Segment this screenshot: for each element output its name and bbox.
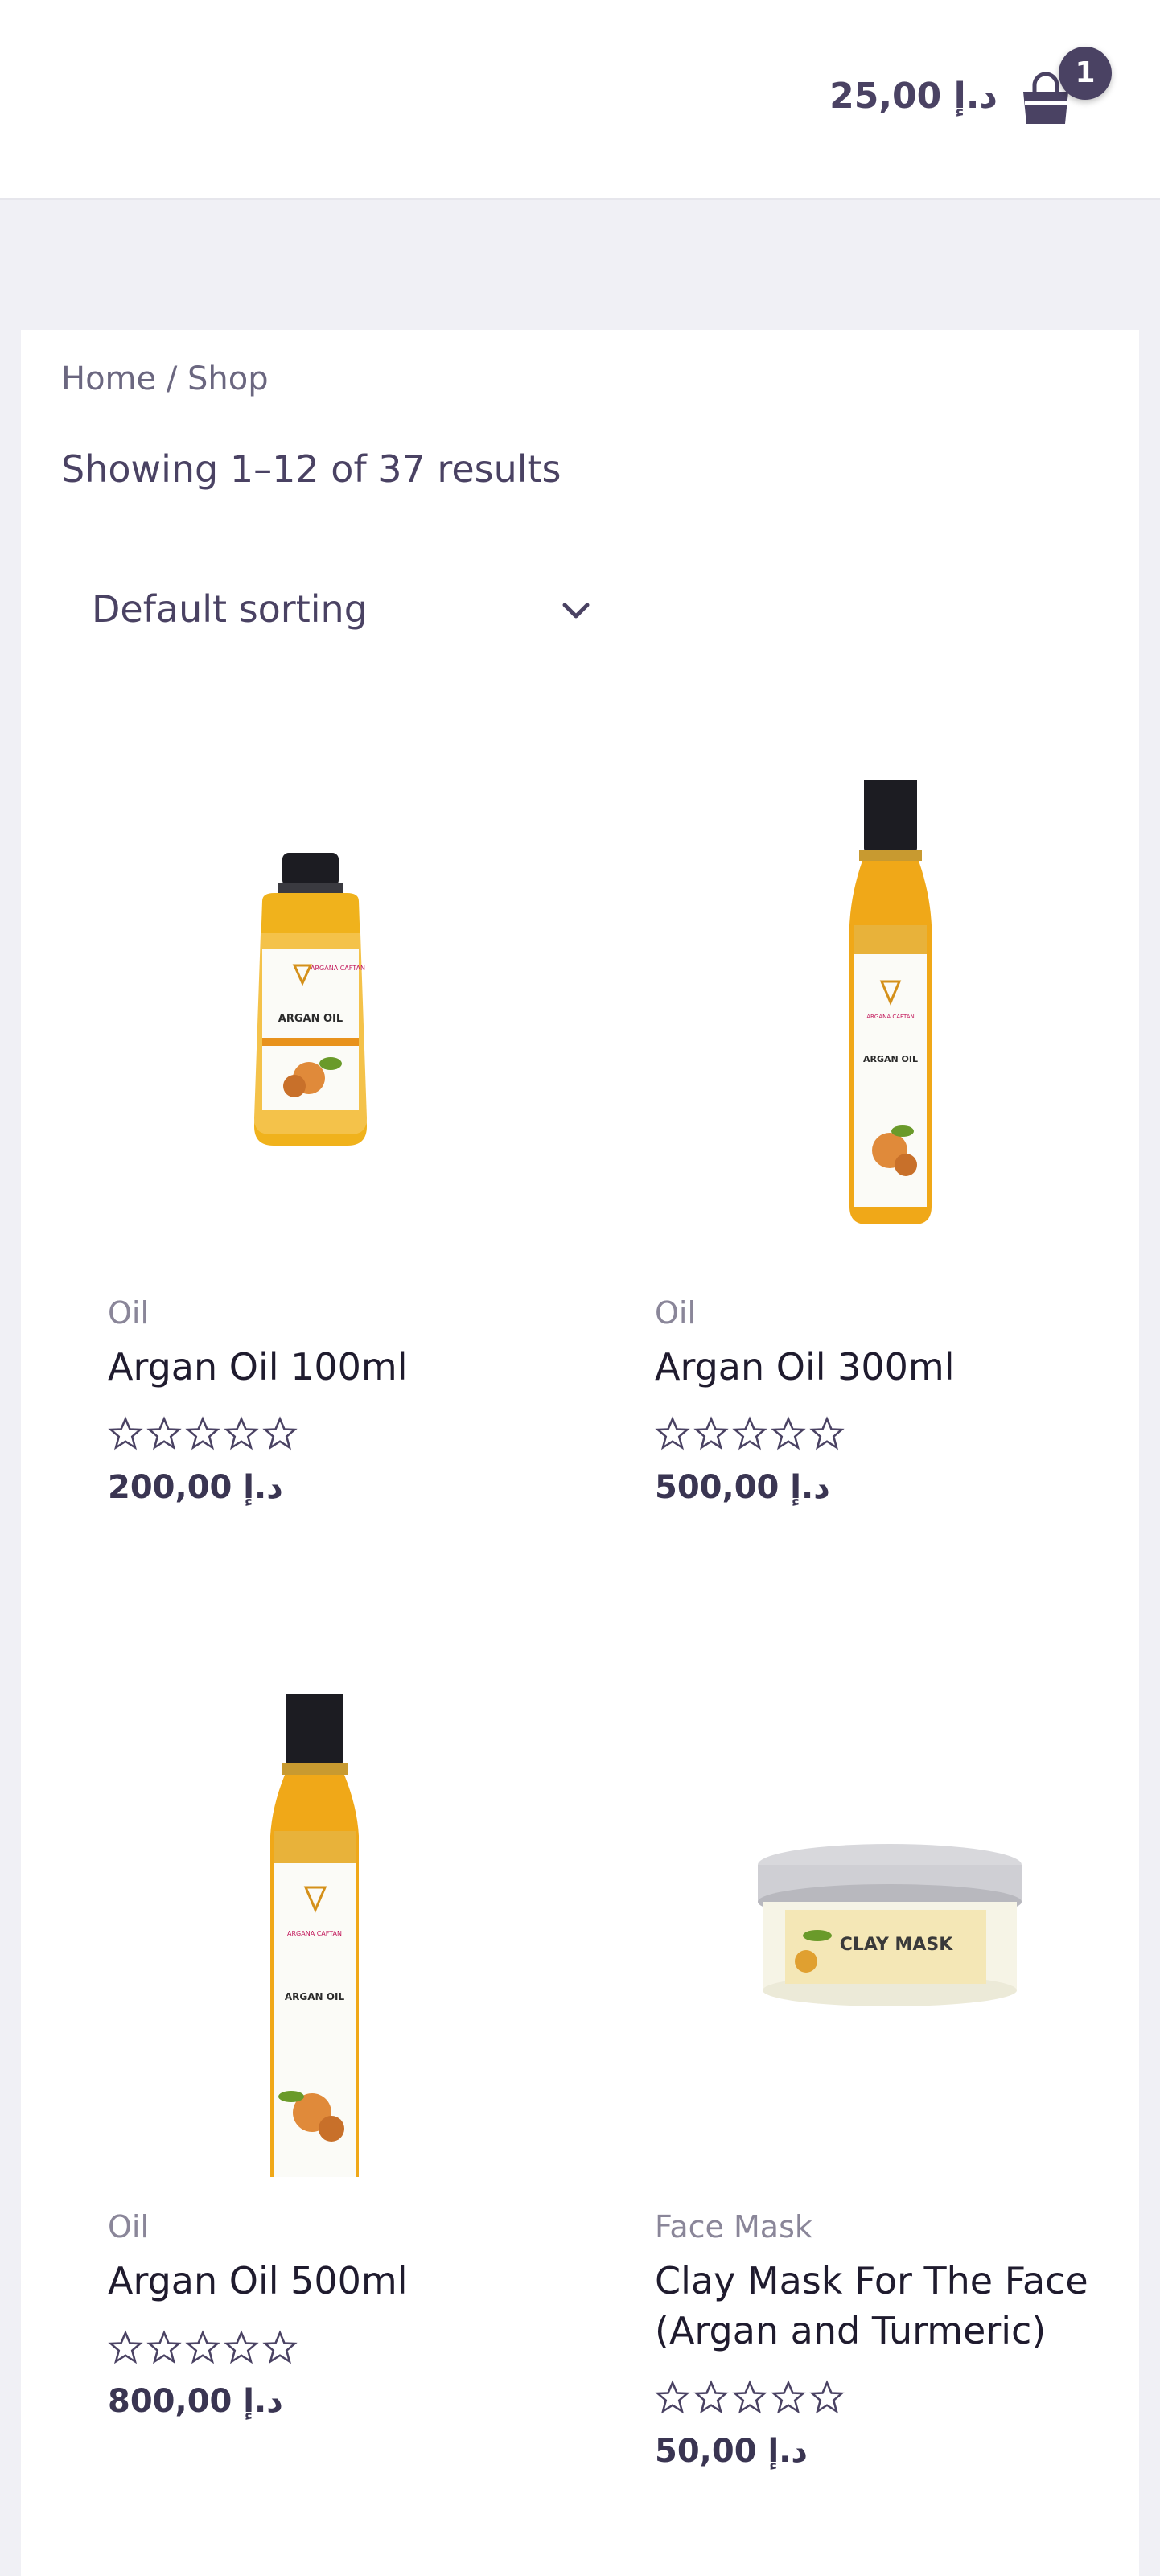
result-count: Showing 1–12 of 37 results <box>61 447 561 491</box>
star-empty-icon <box>809 1416 845 1451</box>
star-empty-icon <box>108 2330 143 2364</box>
star-rating <box>655 1416 845 1451</box>
product-image[interactable]: ARGANA CAFTAN ARGAN OIL <box>101 1678 584 2177</box>
sorting-select[interactable]: Default sorting <box>61 563 608 660</box>
product-price: د.إ 50,00 <box>655 2433 808 2470</box>
sorting-selected-label: Default sorting <box>92 587 368 631</box>
star-empty-icon <box>185 2330 220 2364</box>
bottle-name-text: ARGAN OIL <box>863 1054 918 1064</box>
bottle-brand-text: ARGANA CAFTAN <box>866 1014 914 1020</box>
bottle-brand-text: ARGANA CAFTAN <box>311 965 365 972</box>
star-empty-icon <box>771 2380 806 2414</box>
star-empty-icon <box>655 1416 690 1451</box>
star-empty-icon <box>262 2330 298 2364</box>
star-empty-icon <box>224 2330 259 2364</box>
cart-total[interactable]: د.إ 25,00 <box>829 76 998 117</box>
chevron-down-icon <box>562 603 590 619</box>
oil-bottle-large-image: ARGANA CAFTAN ARGAN OIL <box>270 1678 359 2177</box>
jar-name-text: CLAY MASK <box>840 1935 953 1955</box>
cart-count-badge[interactable]: 1 <box>1059 47 1112 100</box>
star-rating <box>655 2380 845 2415</box>
star-empty-icon <box>693 1416 729 1451</box>
product-title[interactable]: Clay Mask For The Face (Argan and Turmer… <box>655 2256 1105 2356</box>
site-header: د.إ 25,00 1 <box>0 0 1160 200</box>
star-empty-icon <box>693 2380 729 2414</box>
product-card: ARGANA CAFTAN ARGAN OIL Oil Argan Oil 50… <box>101 1678 584 2499</box>
product-category[interactable]: Oil <box>108 1295 149 1331</box>
star-empty-icon <box>262 1416 298 1451</box>
product-image[interactable]: ARGANA CAFTAN ARGAN OIL <box>101 780 584 1263</box>
star-empty-icon <box>771 1416 806 1451</box>
product-category[interactable]: Face Mask <box>655 2209 812 2245</box>
breadcrumb-home[interactable]: Home <box>61 360 156 397</box>
product-category[interactable]: Oil <box>108 2209 149 2245</box>
product-title[interactable]: Argan Oil 500ml <box>108 2256 558 2306</box>
bottle-name-text: ARGAN OIL <box>285 1991 345 2002</box>
breadcrumb-separator: / <box>156 360 188 397</box>
product-price: د.إ 500,00 <box>655 1469 830 1506</box>
star-empty-icon <box>185 1416 220 1451</box>
bottle-name-text: ARGAN OIL <box>278 1013 343 1025</box>
bottle-brand-text: ARGANA CAFTAN <box>287 1930 342 1937</box>
breadcrumb-current: Shop <box>187 360 269 397</box>
oil-bottle-small-image: ARGANA CAFTAN ARGAN OIL <box>254 853 367 1146</box>
star-empty-icon <box>108 1416 143 1451</box>
product-title[interactable]: Argan Oil 100ml <box>108 1342 558 1392</box>
star-empty-icon <box>732 1416 767 1451</box>
product-title[interactable]: Argan Oil 300ml <box>655 1342 1105 1392</box>
product-card: CLAY MASK Face Mask Clay Mask For The Fa… <box>648 1694 1131 2499</box>
product-price: د.إ 800,00 <box>108 2383 283 2420</box>
shop-content: Home / Shop Showing 1–12 of 37 results D… <box>21 330 1139 2576</box>
breadcrumb: Home / Shop <box>61 360 269 397</box>
oil-bottle-medium-image: ARGANA CAFTAN ARGAN OIL <box>849 772 932 1224</box>
star-empty-icon <box>146 1416 182 1451</box>
star-rating <box>108 2330 298 2365</box>
product-price: د.إ 200,00 <box>108 1469 283 1506</box>
star-empty-icon <box>655 2380 690 2414</box>
star-rating <box>108 1416 298 1451</box>
clay-mask-jar-image: CLAY MASK <box>758 1844 1022 2006</box>
product-image[interactable]: CLAY MASK <box>648 1694 1131 2177</box>
product-image[interactable]: ARGANA CAFTAN ARGAN OIL <box>648 772 1131 1263</box>
star-empty-icon <box>809 2380 845 2414</box>
star-empty-icon <box>224 1416 259 1451</box>
star-empty-icon <box>146 2330 182 2364</box>
star-empty-icon <box>732 2380 767 2414</box>
product-category[interactable]: Oil <box>655 1295 696 1331</box>
